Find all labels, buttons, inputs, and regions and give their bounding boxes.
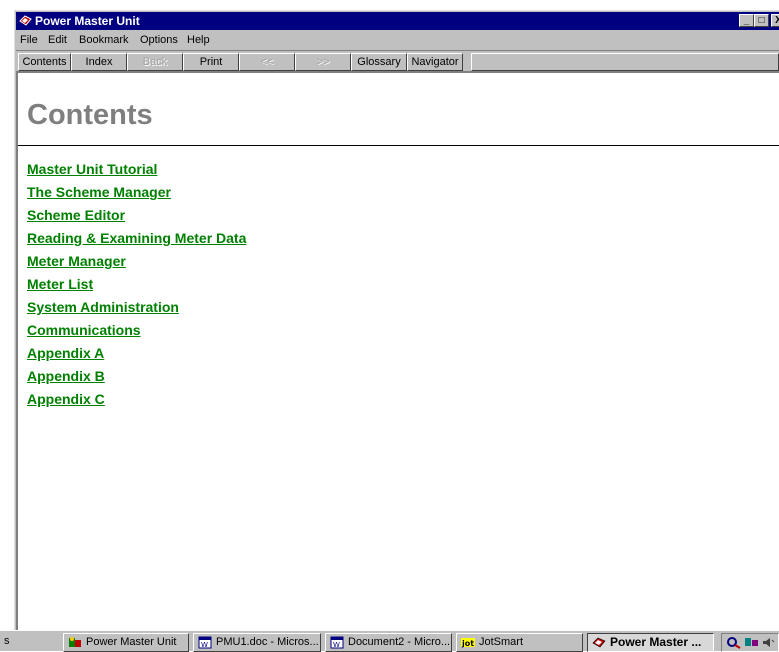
- help-book-icon: [592, 637, 606, 648]
- print-button[interactable]: Print: [183, 53, 239, 71]
- link-scheme-editor[interactable]: Scheme Editor: [27, 207, 125, 223]
- toolbar-filler: [471, 53, 779, 71]
- link-system-administration[interactable]: System Administration: [27, 299, 179, 315]
- task-label: Power Master ...: [610, 635, 702, 649]
- contents-button[interactable]: Contents: [18, 53, 71, 71]
- title-bar[interactable]: Power Master Unit _ □ X: [16, 12, 779, 30]
- menu-bar: File Edit Bookmark Options Help: [16, 31, 779, 50]
- menu-edit[interactable]: Edit: [48, 34, 67, 46]
- task-label: Document2 - Micro...: [348, 636, 451, 648]
- jot-icon: jot: [461, 638, 475, 648]
- start-button-fragment[interactable]: s: [4, 635, 10, 647]
- link-reading-examining-meter-data[interactable]: Reading & Examining Meter Data: [27, 230, 246, 246]
- link-appendix-c[interactable]: Appendix C: [27, 391, 105, 407]
- link-appendix-a[interactable]: Appendix A: [27, 345, 104, 361]
- menu-bookmark[interactable]: Bookmark: [79, 34, 129, 46]
- link-meter-list[interactable]: Meter List: [27, 276, 93, 292]
- link-meter-manager[interactable]: Meter Manager: [27, 253, 126, 269]
- link-master-unit-tutorial[interactable]: Master Unit Tutorial: [27, 161, 157, 177]
- task-power-master-help[interactable]: Power Master ...: [587, 633, 714, 652]
- heading-divider: [18, 145, 779, 146]
- window-title: Power Master Unit: [35, 14, 140, 28]
- word-doc-icon: W: [198, 636, 212, 649]
- button-bar: Contents Index Back Print << >> Glossary…: [16, 50, 779, 72]
- task-label: Power Master Unit: [86, 636, 177, 648]
- link-appendix-b[interactable]: Appendix B: [27, 368, 105, 384]
- task-label: PMU1.doc - Micros...: [216, 636, 319, 648]
- menu-file[interactable]: File: [20, 34, 38, 46]
- page-title: Contents: [27, 99, 153, 131]
- task-pmu1-doc[interactable]: W PMU1.doc - Micros...: [193, 633, 321, 652]
- svg-text:jot: jot: [461, 639, 474, 648]
- close-button[interactable]: X: [771, 14, 779, 27]
- next-topic-button[interactable]: >>: [295, 53, 351, 71]
- system-tray: [721, 633, 779, 652]
- index-button[interactable]: Index: [71, 53, 127, 71]
- task-jotsmart[interactable]: jot JotSmart: [456, 633, 583, 652]
- help-book-icon: [19, 15, 32, 26]
- menu-options[interactable]: Options: [140, 34, 178, 46]
- navigator-button[interactable]: Navigator: [407, 53, 463, 71]
- link-scheme-manager[interactable]: The Scheme Manager: [27, 184, 171, 200]
- minimize-button[interactable]: _: [739, 14, 754, 27]
- task-power-master-unit[interactable]: Power Master Unit: [63, 633, 189, 652]
- glossary-button[interactable]: Glossary: [351, 53, 407, 71]
- task-label: JotSmart: [479, 636, 524, 648]
- previous-topic-button[interactable]: <<: [239, 53, 295, 71]
- menu-help[interactable]: Help: [187, 34, 210, 46]
- help-window: Power Master Unit _ □ X File Edit Bookma…: [14, 10, 779, 630]
- task-document2[interactable]: W Document2 - Micro...: [325, 633, 452, 652]
- volume-tray-icon[interactable]: [762, 636, 776, 649]
- back-button[interactable]: Back: [127, 53, 183, 71]
- svg-text:W: W: [201, 641, 208, 649]
- word-doc-icon: W: [330, 636, 344, 649]
- magnifier-tray-icon[interactable]: [726, 636, 742, 649]
- maximize-button[interactable]: □: [754, 14, 769, 27]
- topic-pane[interactable]: Contents Master Unit Tutorial The Scheme…: [16, 71, 779, 630]
- link-communications[interactable]: Communications: [27, 322, 141, 338]
- app-icon: [69, 637, 81, 647]
- network-tray-icon[interactable]: [744, 636, 760, 649]
- svg-text:W: W: [333, 641, 340, 649]
- taskbar: s Power Master Unit W PMU1.doc - Micros.…: [0, 630, 779, 652]
